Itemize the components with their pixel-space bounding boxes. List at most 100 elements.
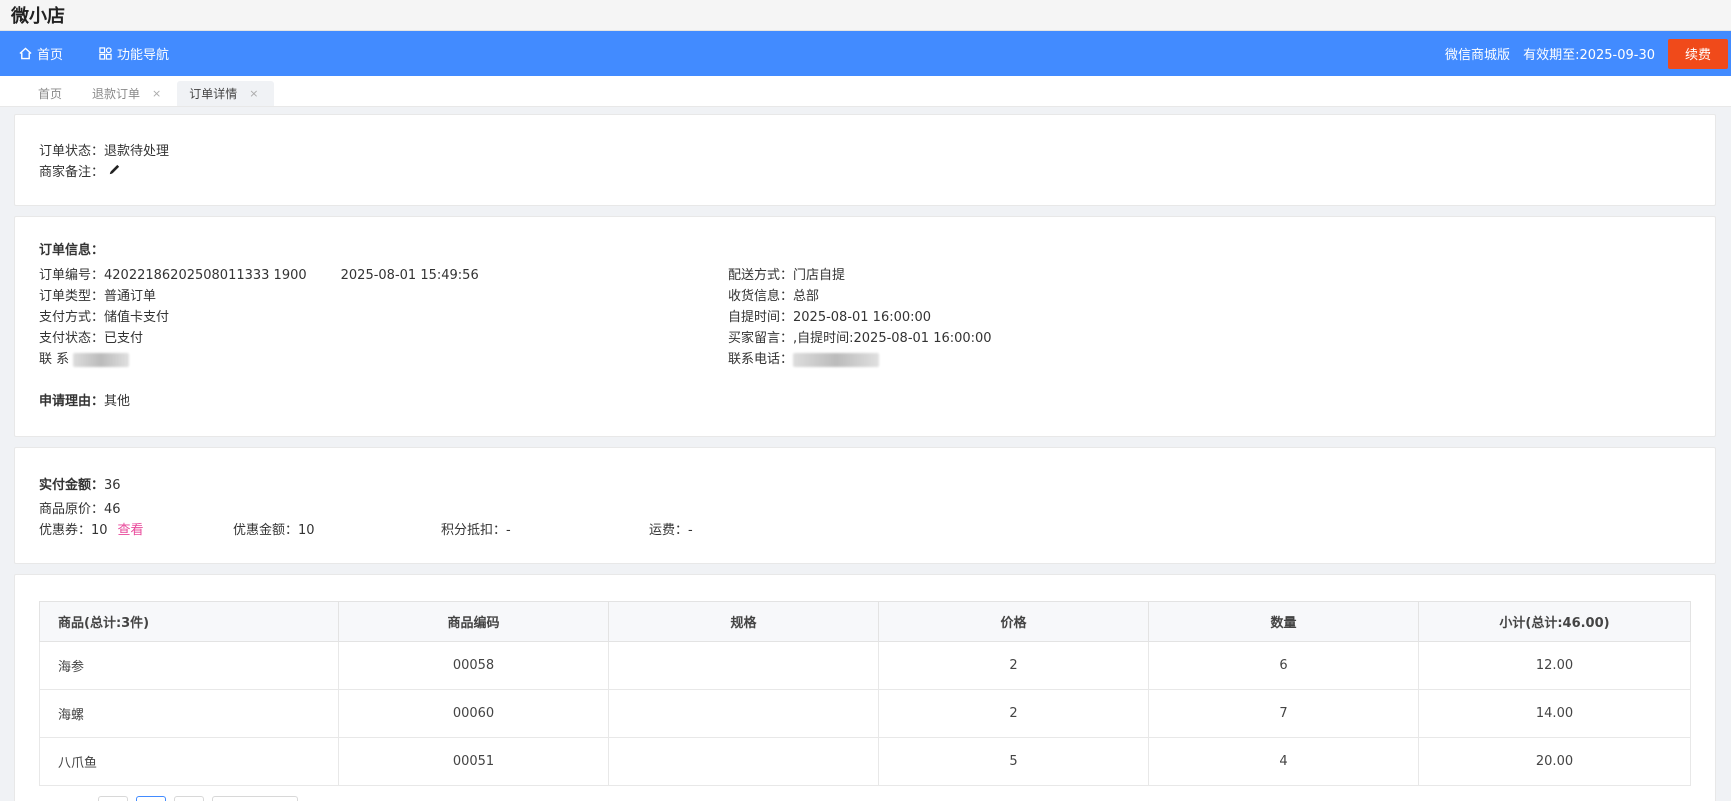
col-code: 商品编码 <box>338 601 609 642</box>
col-qty: 数量 <box>1148 601 1419 642</box>
points-deduction: 积分抵扣：- <box>441 523 511 538</box>
goods-subtotal: 12.00 <box>1418 641 1691 690</box>
col-goods: 商品(总计:3件) <box>39 601 339 642</box>
main-content: 订单状态：退款待处理 商家备注： 订单信息： 订单编号：420221862025… <box>14 114 1716 801</box>
pay-method: 支付方式：储值卡支付 <box>39 310 170 325</box>
tab-label: 订单详情 <box>189 87 238 101</box>
contact-label: 联 系 <box>39 352 70 367</box>
order-time: 2025-08-01 15:49:56 <box>340 268 479 283</box>
refund-reason-row: 申请理由：其他 <box>39 391 1715 412</box>
order-status: 订单状态：退款待处理 <box>39 144 170 159</box>
order-info-title: 订单信息： <box>39 243 105 258</box>
order-type: 订单类型：普通订单 <box>39 289 157 304</box>
status-card: 订单状态：退款待处理 商家备注： <box>14 114 1716 206</box>
coupon-cell: 优惠券：10 查看 <box>39 520 233 541</box>
goods-qty: 4 <box>1148 737 1419 786</box>
renew-button[interactable]: 续费 <box>1668 38 1728 69</box>
nav-function-menu[interactable]: 功能导航 <box>99 44 169 63</box>
edition-label: 微信商城版 <box>1445 48 1511 63</box>
goods-table: 商品(总计:3件) 商品编码 规格 价格 数量 小计(总计:46.00) 海参 … <box>39 601 1691 786</box>
original-price: 商品原价：46 <box>39 502 121 517</box>
top-nav: 首页 功能导航 微信商城版 有效期至:2025-09-30 续费 <box>0 31 1731 76</box>
tab-refund-orders[interactable]: 退款订单 × <box>80 81 173 106</box>
goods-name: 海螺 <box>39 689 339 738</box>
view-coupon-link[interactable]: 查看 <box>118 523 144 538</box>
paid-amount-label: 实付金额： <box>39 478 105 493</box>
coupon-value: 优惠券：10 <box>39 523 108 538</box>
table-header-row: 商品(总计:3件) 商品编码 规格 价格 数量 小计(总计:46.00) <box>39 601 1691 642</box>
goods-price: 2 <box>878 641 1149 690</box>
tab-label: 退款订单 <box>92 87 141 101</box>
goods-subtotal: 14.00 <box>1418 689 1691 738</box>
delivery-method: 配送方式：门店自提 <box>728 268 846 283</box>
pay-status: 支付状态：已支付 <box>39 331 144 346</box>
order-info-left: 订单编号：42022186202508011333 1900 2025-08-01… <box>39 265 728 370</box>
app-title: 微小店 <box>11 6 65 27</box>
order-info-card: 订单信息： 订单编号：42022186202508011333 1900 2025… <box>14 216 1716 437</box>
pencil-icon[interactable] <box>108 162 121 183</box>
receiver-info: 收货信息：总部 <box>728 289 820 304</box>
paid-amount-row: 实付金额：36 <box>39 475 1715 496</box>
phone-label: 联系电话： <box>728 352 794 367</box>
col-price: 价格 <box>878 601 1149 642</box>
tab-bar: 首页 退款订单 × 订单详情 × <box>0 76 1731 107</box>
goods-name: 八爪鱼 <box>39 737 339 786</box>
pager-prev-button[interactable] <box>98 796 128 801</box>
nav-home[interactable]: 首页 <box>19 44 63 63</box>
merchant-note-label: 商家备注： <box>39 165 105 180</box>
nav-function-label: 功能导航 <box>117 48 170 63</box>
pager-next-button[interactable] <box>174 796 204 801</box>
goods-name: 海参 <box>39 641 339 690</box>
paid-amount-value: 36 <box>104 478 121 493</box>
pagination <box>98 796 306 801</box>
goods-spec <box>608 737 879 786</box>
tab-label: 首页 <box>38 87 63 101</box>
home-icon <box>19 47 32 60</box>
contact-row: 联 系 <box>39 349 728 370</box>
goods-code: 00060 <box>338 689 609 738</box>
nav-left: 首页 功能导航 <box>0 44 1445 63</box>
nav-home-label: 首页 <box>37 48 64 63</box>
goods-code: 00058 <box>338 641 609 690</box>
order-number-row: 订单编号：42022186202508011333 1900 2025-08-01… <box>39 265 728 286</box>
discount-amount: 优惠金额：10 <box>233 523 315 538</box>
goods-price: 5 <box>878 737 1149 786</box>
refund-reason-value: 其他 <box>104 394 131 409</box>
tab-order-detail[interactable]: 订单详情 × <box>177 81 275 106</box>
tab-home[interactable]: 首页 <box>4 81 80 106</box>
phone-row: 联系电话： <box>728 349 1715 370</box>
goods-qty: 6 <box>1148 641 1419 690</box>
goods-spec <box>608 689 879 738</box>
merchant-note: 商家备注： <box>39 162 1715 183</box>
refund-reason-label: 申请理由： <box>39 394 105 409</box>
goods-price: 2 <box>878 689 1149 738</box>
grid-icon <box>99 47 112 60</box>
goods-table-card: 商品(总计:3件) 商品编码 规格 价格 数量 小计(总计:46.00) 海参 … <box>14 574 1716 801</box>
col-spec: 规格 <box>608 601 879 642</box>
app-title-bar: 微小店 <box>0 0 1731 31</box>
phone-redacted <box>793 352 880 367</box>
close-icon[interactable]: × <box>249 87 258 100</box>
col-subtotal: 小计(总计:46.00) <box>1418 601 1691 642</box>
order-info-columns: 订单编号：42022186202508011333 1900 2025-08-01… <box>39 265 1715 370</box>
table-row: 海参 00058 2 6 12.00 <box>39 641 1691 690</box>
contact-redacted <box>73 352 130 367</box>
freight: 运费：- <box>649 523 693 538</box>
goods-qty: 7 <box>1148 689 1419 738</box>
pickup-time: 自提时间：2025-08-01 16:00:00 <box>728 310 932 325</box>
amount-card: 实付金额：36 商品原价：46 优惠券：10 查看 优惠金额：10 积分抵扣：- … <box>14 447 1716 564</box>
close-icon[interactable]: × <box>152 87 161 100</box>
order-number: 订单编号：42022186202508011333 1900 <box>39 268 307 283</box>
pager-size-select[interactable] <box>212 796 298 801</box>
pager-page-button[interactable] <box>136 796 166 801</box>
goods-code: 00051 <box>338 737 609 786</box>
table-row: 海螺 00060 2 7 14.00 <box>39 689 1691 738</box>
expiry-label: 有效期至:2025-09-30 <box>1523 48 1655 63</box>
order-info-right: 配送方式：门店自提 收货信息：总部 自提时间：2025-08-01 16:00:… <box>728 265 1715 370</box>
discount-row: 优惠券：10 查看 优惠金额：10 积分抵扣：- 运费：- <box>39 520 1715 541</box>
buyer-message: 买家留言：,自提时间:2025-08-01 16:00:00 <box>728 331 992 346</box>
goods-subtotal: 20.00 <box>1418 737 1691 786</box>
table-row: 八爪鱼 00051 5 4 20.00 <box>39 737 1691 786</box>
nav-right: 微信商城版 有效期至:2025-09-30 续费 <box>1445 38 1731 69</box>
goods-spec <box>608 641 879 690</box>
